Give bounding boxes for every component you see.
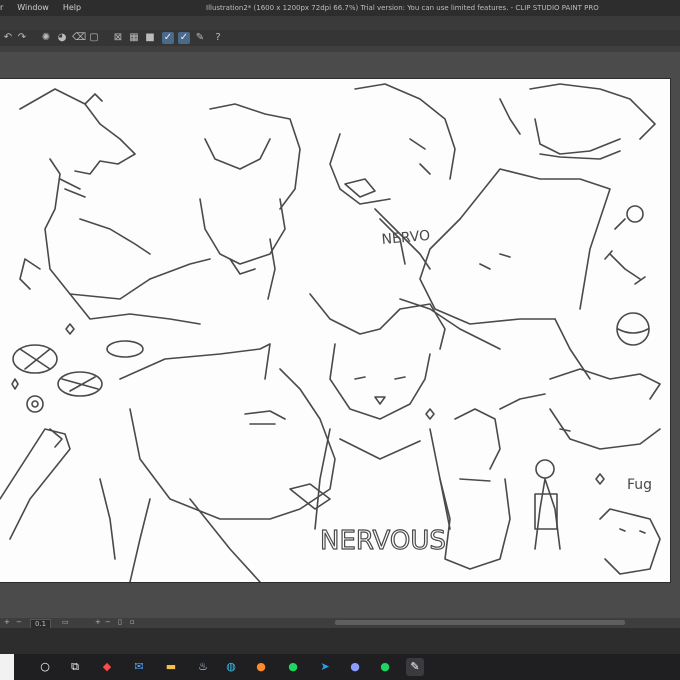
doodle-text-nervo: NERVO	[381, 228, 431, 248]
title-bar: r Window Help Illustration2* (1600 x 120…	[0, 0, 680, 16]
sketch-pup-bottom-right	[599, 508, 661, 575]
sketch-paw-left	[0, 428, 71, 540]
firefox-icon[interactable]: ●	[252, 658, 270, 676]
redo-icon[interactable]: ↷	[16, 32, 28, 44]
zoom-out-icon[interactable]: −	[105, 618, 111, 626]
help-icon[interactable]: ?	[212, 32, 224, 44]
pen-icon[interactable]: ✎	[194, 32, 206, 44]
menu-bar: r Window Help	[0, 3, 81, 12]
status-bar: + − 0.1 ▭ + − ▯ ▫	[0, 618, 680, 629]
search-icon[interactable]: ○	[36, 658, 54, 676]
brush-icon[interactable]: ✺	[40, 32, 52, 44]
sketch-dog-curled	[199, 103, 301, 300]
fit-screen-icon[interactable]: ▯	[118, 618, 122, 626]
sketch-dog-hoodie	[439, 408, 511, 570]
select-icon[interactable]: ▢	[88, 32, 100, 44]
edge-icon[interactable]: ◍	[222, 658, 240, 676]
sketch-drawing: NERVO NERVOUS Fug	[0, 83, 661, 582]
spotify-2-icon[interactable]: ●	[376, 658, 394, 676]
sketch-food	[12, 340, 144, 413]
command-bar: ↶ ↷ ✺ ◕ ⌫ ▢ ⊠ ▦ ■ ✓ ✓ ✎ ?	[0, 30, 680, 47]
check-a-icon[interactable]: ✓	[162, 32, 174, 44]
folder-icon[interactable]: ▬	[162, 658, 180, 676]
clip-studio-icon[interactable]: ✎	[406, 658, 424, 676]
red-app-icon[interactable]: ◆	[98, 658, 116, 676]
plus-icon[interactable]: +	[4, 618, 10, 626]
drawing-canvas[interactable]: NERVO NERVOUS Fug	[0, 79, 670, 582]
sketch-dog-tired	[99, 343, 336, 582]
horizontal-scrollbar[interactable]	[335, 620, 625, 625]
zoom-in-icon[interactable]: +	[95, 618, 101, 626]
ruler-icon[interactable]: ▦	[128, 32, 140, 44]
steam-icon[interactable]: ♨	[194, 658, 212, 676]
square-icon[interactable]: ■	[144, 32, 156, 44]
actual-size-icon[interactable]: ▫	[130, 618, 135, 626]
start-button[interactable]	[0, 654, 14, 680]
menu-item-partial[interactable]: r	[0, 3, 3, 12]
transform-icon[interactable]: ⊠	[112, 32, 124, 44]
sketch-dog-right-lying	[499, 368, 661, 450]
minus-icon[interactable]: −	[16, 618, 22, 626]
doodle-text-fug: Fug	[627, 477, 652, 493]
taskbar: ○ ⧉ ◆ ✉ ▬ ♨ ◍ ● ● ➤ ● ● ✎	[0, 654, 680, 680]
discord-icon[interactable]: ●	[346, 658, 364, 676]
check-b-icon[interactable]: ✓	[178, 32, 190, 44]
sketch-dog-top-left	[19, 88, 211, 325]
task-view-icon[interactable]: ⧉	[66, 658, 84, 676]
doodle-text-nervous: NERVOUS	[320, 526, 446, 556]
sketch-sparkles	[11, 323, 605, 485]
ruler	[0, 46, 680, 52]
sketch-doodles	[604, 205, 650, 346]
sketch-dog-top-right	[499, 83, 656, 160]
menu-item-help[interactable]: Help	[63, 3, 81, 12]
undo-icon[interactable]: ↶	[2, 32, 14, 44]
eraser-icon[interactable]: ⌫	[72, 32, 86, 44]
fit-icon[interactable]: ▭	[62, 618, 69, 626]
telegram-icon[interactable]: ➤	[316, 658, 334, 676]
sketch-dog-large-right	[399, 168, 611, 380]
fill-icon[interactable]: ◕	[56, 32, 68, 44]
menu-item-window[interactable]: Window	[17, 3, 49, 12]
spotify-icon[interactable]: ●	[284, 658, 302, 676]
panel-area	[0, 628, 680, 654]
window-title: Illustration2* (1600 x 1200px 72dpi 66.7…	[206, 4, 599, 12]
sketch-figure-small	[534, 459, 561, 550]
mail-icon[interactable]: ✉	[130, 658, 148, 676]
